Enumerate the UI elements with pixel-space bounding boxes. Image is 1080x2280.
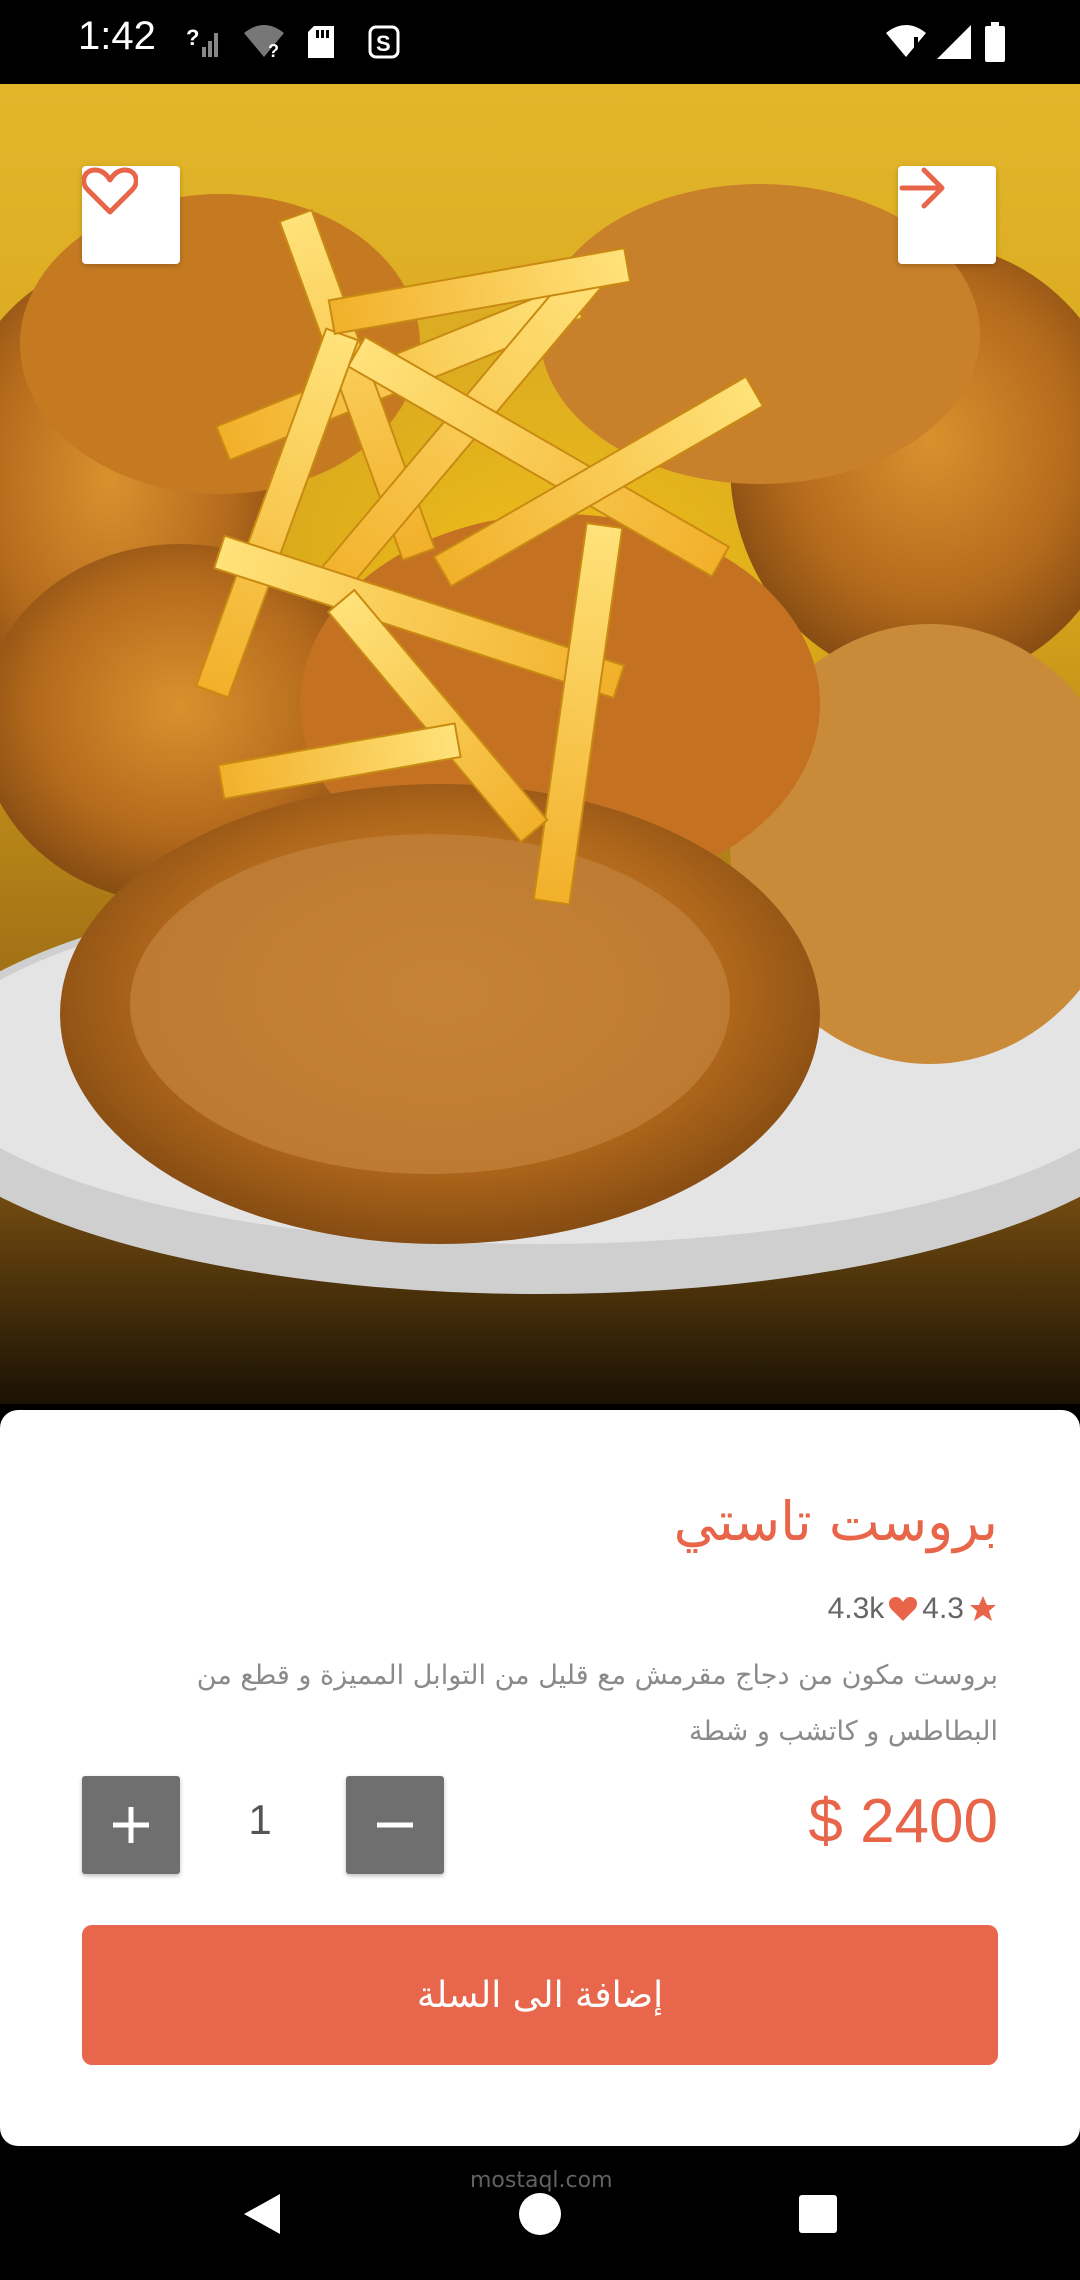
product-card: بروست تاستي 4.3k 4.3 بروست مكون من دجاج … xyxy=(0,1410,1080,2146)
add-to-cart-label: إضافة الى السلة xyxy=(416,1974,664,2016)
sd-card-icon xyxy=(304,20,338,64)
rating-value: 4.3 xyxy=(922,1592,964,1625)
arrow-right-icon xyxy=(899,167,945,209)
fried-chicken-fries-photo xyxy=(0,184,1080,1294)
status-time: 1:42 xyxy=(78,14,156,58)
svg-text:S: S xyxy=(376,31,391,56)
recents-nav-button[interactable] xyxy=(788,2186,848,2242)
svg-text:?: ? xyxy=(268,41,279,61)
rating-row: 4.3k 4.3 xyxy=(828,1592,998,1626)
heart-icon xyxy=(889,1597,918,1621)
svg-text:?: ? xyxy=(186,25,199,50)
status-bar: 1:42 ? ? S xyxy=(0,0,1080,84)
decrease-quantity-button[interactable] xyxy=(346,1776,444,1874)
product-price: $ 2400 xyxy=(808,1787,998,1856)
sync-icon: S xyxy=(364,20,404,64)
star-icon xyxy=(970,1596,996,1621)
wifi-unknown-icon: ? xyxy=(242,20,286,64)
product-title: بروست تاستي xyxy=(673,1490,998,1553)
signal-unknown-icon: ? xyxy=(186,20,224,64)
back-triangle-icon xyxy=(244,2194,280,2234)
favorite-button[interactable] xyxy=(82,166,180,264)
increase-quantity-button[interactable] xyxy=(82,1776,180,1874)
battery-icon xyxy=(980,20,1010,64)
add-to-cart-button[interactable]: إضافة الى السلة xyxy=(82,1925,998,2065)
forward-button[interactable] xyxy=(898,166,996,264)
home-circle-icon xyxy=(519,2193,561,2235)
product-description: بروست مكون من دجاج مقرمش مع قليل من التو… xyxy=(196,1660,998,1747)
cell-signal-icon xyxy=(934,20,974,64)
wifi-alert-icon xyxy=(884,20,928,64)
back-nav-button[interactable] xyxy=(232,2186,292,2242)
likes-count: 4.3k xyxy=(827,1592,885,1625)
heart-icon xyxy=(82,167,138,215)
quantity-value: 1 xyxy=(248,1796,272,1843)
navigation-bar xyxy=(0,2146,1080,2280)
home-nav-button[interactable] xyxy=(510,2186,570,2242)
product-image xyxy=(0,84,1080,1404)
minus-icon xyxy=(377,1822,413,1828)
recents-square-icon xyxy=(799,2195,837,2233)
plus-icon xyxy=(113,1807,149,1843)
watermark: mostaql.com xyxy=(470,2168,613,2193)
